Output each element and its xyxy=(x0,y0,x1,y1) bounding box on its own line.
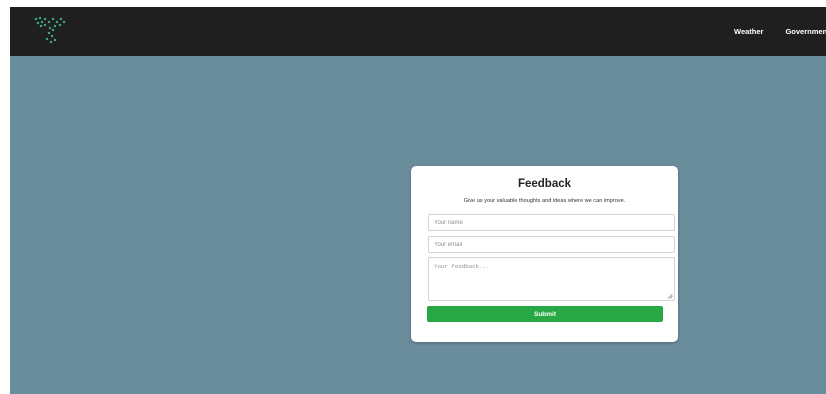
submit-button[interactable]: Submit xyxy=(427,306,663,322)
name-input[interactable] xyxy=(428,214,675,231)
feedback-card: Feedback Give us your valuable thoughts … xyxy=(411,166,678,342)
top-navbar: Weather Government xyxy=(10,7,826,56)
feedback-title: Feedback xyxy=(517,178,572,190)
feedback-subtitle: Give us your valuable thoughts and ideas… xyxy=(463,198,626,204)
app-frame: Weather Government Feedback Give us your… xyxy=(10,7,826,394)
plant-sprout-icon[interactable] xyxy=(32,15,70,47)
nav-government-link[interactable]: Government xyxy=(785,27,826,36)
nav-weather-link[interactable]: Weather xyxy=(734,27,763,36)
resize-handle-icon[interactable] xyxy=(667,293,673,299)
email-input[interactable] xyxy=(428,236,675,253)
feedback-textarea[interactable] xyxy=(428,257,675,301)
main-nav: Weather Government xyxy=(734,7,826,56)
